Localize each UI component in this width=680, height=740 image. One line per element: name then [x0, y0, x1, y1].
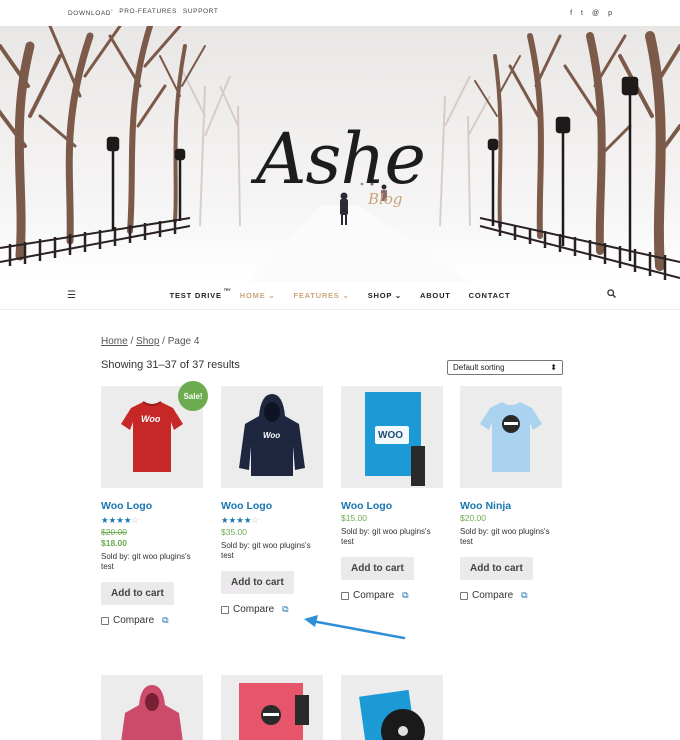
compare-control[interactable]: Compare ⧉	[101, 615, 203, 626]
result-count: Showing 31–37 of 37 results	[101, 359, 240, 371]
compare-checkbox[interactable]	[221, 605, 229, 614]
woo-label: Woo	[263, 431, 281, 440]
product-image[interactable]	[341, 675, 443, 740]
product-card: Woo Woo Logo ★★★★☆ $35.00 Sold by: git w…	[221, 386, 323, 615]
add-to-cart-button[interactable]: Add to cart	[221, 571, 294, 594]
product-image[interactable]	[460, 386, 562, 488]
menu-icon[interactable]: ☰	[67, 290, 76, 301]
breadcrumb-shop[interactable]: Shop	[136, 336, 159, 347]
top-link-support[interactable]: SUPPORT	[183, 8, 219, 17]
nav-item-test-drive[interactable]: TEST DRIVE TRY	[170, 288, 231, 300]
product-card	[341, 675, 443, 740]
woo-label: WOO	[378, 430, 403, 441]
search-icon[interactable]	[607, 289, 616, 300]
breadcrumb-home[interactable]: Home	[101, 336, 128, 347]
compare-label: Compare	[472, 590, 514, 601]
external-link-icon[interactable]: ⧉	[402, 590, 408, 601]
external-link-icon[interactable]: ⧉	[162, 615, 168, 626]
product-image[interactable]	[101, 675, 203, 740]
select-arrow-icon: ⬍	[550, 363, 557, 372]
compare-label: Compare	[233, 604, 275, 615]
nav-item-shop[interactable]: SHOP ⌄	[368, 291, 402, 300]
compare-label: Compare	[353, 590, 395, 601]
rating-stars: ★★★★☆	[221, 515, 260, 525]
compare-label: Compare	[113, 615, 155, 626]
nav-item-contact[interactable]: CONTACT	[469, 291, 511, 300]
compare-checkbox[interactable]	[460, 591, 468, 600]
add-to-cart-button[interactable]: Add to cart	[460, 557, 533, 580]
product-card: Woo Sale! Woo Logo ★★★★☆ $20.00 $18.00 S…	[101, 381, 208, 626]
external-link-icon[interactable]: ⧉	[282, 604, 288, 615]
product-card	[221, 675, 323, 740]
top-link-download[interactable]: DOWNLOAD*	[68, 8, 113, 17]
compare-control[interactable]: Compare ⧉	[341, 590, 443, 601]
sorting-select[interactable]: Default sorting ⬍	[447, 360, 563, 375]
old-price: $20.00	[101, 527, 127, 537]
woo-label: Woo	[141, 414, 161, 424]
rating-stars: ★★★★☆	[101, 515, 140, 525]
pinterest-icon[interactable]: p	[608, 10, 612, 17]
main-navigation: ☰ TEST DRIVE TRY HOME ⌄ FEATURES ⌄ SHOP ⌄…	[0, 282, 680, 310]
logo-wordmark: Ashe	[256, 118, 426, 200]
sale-badge: Sale!	[178, 381, 208, 411]
product-image[interactable]	[221, 675, 323, 740]
seller-text: Sold by: git woo plugins's test	[460, 527, 550, 546]
top-bar: DOWNLOAD* PRO-FEATURES SUPPORT f t @ p	[0, 0, 680, 26]
nav-menu: TEST DRIVE TRY HOME ⌄ FEATURES ⌄ SHOP ⌄ A…	[170, 288, 511, 300]
add-to-cart-button[interactable]: Add to cart	[341, 557, 414, 580]
add-to-cart-button[interactable]: Add to cart	[101, 582, 174, 605]
product-title[interactable]: Woo Logo	[221, 500, 323, 512]
product-price: $35.00	[221, 527, 247, 537]
nav-item-about[interactable]: ABOUT	[420, 291, 451, 300]
breadcrumb-current: Page 4	[167, 336, 200, 347]
nav-item-features[interactable]: FEATURES ⌄	[293, 291, 349, 300]
breadcrumb: Home / Shop / Page 4	[101, 336, 200, 347]
social-links: f t @ p	[570, 10, 612, 17]
site-logo[interactable]: Ashe Blog	[256, 118, 436, 214]
product-image[interactable]: WOO	[341, 386, 443, 488]
logo-subtitle: Blog	[368, 190, 403, 208]
facebook-icon[interactable]: f	[570, 10, 572, 17]
seller-text: Sold by: git woo plugins's test	[341, 527, 431, 546]
external-link-icon[interactable]: ⧉	[521, 590, 527, 601]
product-price: $18.00	[101, 538, 127, 548]
product-title[interactable]: Woo Ninja	[460, 500, 562, 512]
product-price: $20.00	[460, 513, 486, 523]
product-card	[101, 675, 203, 740]
product-card: Woo Ninja $20.00 Sold by: git woo plugin…	[460, 386, 562, 601]
twitter-icon[interactable]: t	[581, 10, 583, 17]
annotation-arrow	[304, 615, 406, 640]
nav-item-home[interactable]: HOME ⌄	[240, 291, 276, 300]
compare-checkbox[interactable]	[341, 591, 349, 600]
product-image[interactable]: Woo	[221, 386, 323, 488]
top-links: DOWNLOAD* PRO-FEATURES SUPPORT	[68, 8, 218, 17]
product-title[interactable]: Woo Logo	[101, 500, 203, 512]
seller-text: Sold by: git woo plugins's test	[221, 541, 311, 560]
header-hero-image: Ashe Blog	[0, 26, 680, 282]
compare-checkbox[interactable]	[101, 616, 109, 625]
compare-control[interactable]: Compare ⧉	[460, 590, 562, 601]
instagram-icon[interactable]: @	[592, 10, 599, 17]
product-card: WOO Woo Logo $15.00 Sold by: git woo plu…	[341, 386, 443, 601]
product-title[interactable]: Woo Logo	[341, 500, 443, 512]
top-link-pro-features[interactable]: PRO-FEATURES	[119, 8, 177, 17]
product-price: $15.00	[341, 513, 367, 523]
seller-text: Sold by: git woo plugins's test	[101, 552, 191, 571]
